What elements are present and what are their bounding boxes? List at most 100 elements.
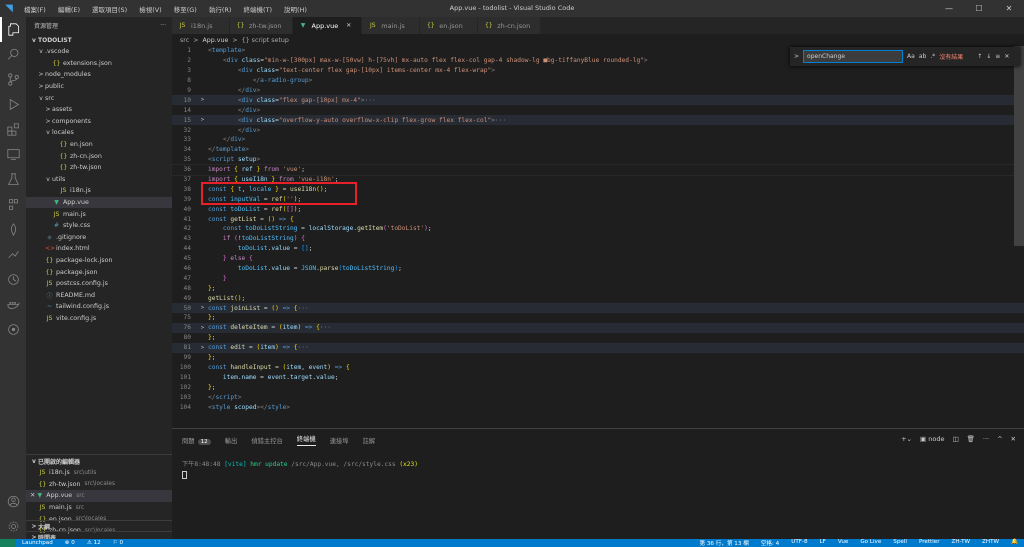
tree-item[interactable]: ◆ .gitignore: [26, 232, 172, 244]
fold-chevron-icon[interactable]: >: [197, 345, 208, 351]
code-line[interactable]: 47 }: [172, 273, 1024, 283]
remote-explorer-icon[interactable]: [0, 142, 26, 167]
trash-icon[interactable]: 🗑: [967, 435, 975, 443]
code-line[interactable]: 45 } else {: [172, 254, 1024, 264]
tree-item[interactable]: ▼ App.vue: [26, 196, 172, 209]
notifications-icon[interactable]: 🔔: [1011, 539, 1018, 547]
docker-icon[interactable]: [0, 292, 26, 317]
tab-zh-tw-json[interactable]: {} zh-tw.json: [230, 17, 293, 34]
find-in-selection-icon[interactable]: ≡: [995, 53, 1000, 60]
terminal-output[interactable]: 下午8:48:48 [vite] hmr update /src/App.vue…: [172, 451, 1024, 489]
code-line[interactable]: 33 </div>: [172, 135, 1024, 145]
open-editor-item[interactable]: JS main.js src: [26, 502, 172, 514]
code-line[interactable]: 8 </a-radio-group>: [172, 76, 1024, 86]
code-line[interactable]: 76 > const deleteItem = (item) => {···: [172, 322, 1024, 333]
tab-en-json[interactable]: {} en.json: [420, 17, 479, 34]
encoding[interactable]: UTF-8: [791, 539, 807, 547]
terminal-shell-label[interactable]: ▣ node: [920, 435, 944, 443]
code-line[interactable]: 75};: [172, 313, 1024, 323]
code-line[interactable]: 32 </div>: [172, 125, 1024, 135]
menu-item[interactable]: 檔案(F): [18, 4, 52, 14]
tab-zh-cn-json[interactable]: {} zh-cn.json: [478, 17, 542, 34]
code-line[interactable]: 9 </div>: [172, 86, 1024, 96]
panel-tab[interactable]: 連接埠: [330, 436, 349, 445]
locale-indicator-2[interactable]: ZHTW: [982, 539, 999, 547]
menu-item[interactable]: 選取項目(S): [86, 4, 133, 14]
live-share-icon[interactable]: [0, 242, 26, 267]
prettier-button[interactable]: Prettier: [919, 539, 940, 547]
code-line[interactable]: 36 import { ref } from 'vue';: [171, 163, 1024, 176]
panel-tab[interactable]: 註解: [363, 436, 376, 445]
tree-item[interactable]: JS postcss.config.js: [26, 278, 172, 290]
menu-item[interactable]: 編輯(E): [52, 4, 86, 14]
testing-icon[interactable]: [0, 167, 26, 192]
breadcrumb-item[interactable]: {} script setup: [242, 37, 289, 44]
remote-indicator[interactable]: [0, 539, 16, 547]
code-line[interactable]: 101 item.name = event.target.value;: [172, 372, 1024, 382]
source-control-icon[interactable]: [0, 67, 26, 92]
code-line[interactable]: 46 toDoList.value = JSON.parse(toDoListS…: [172, 264, 1024, 274]
tab-i18n-js[interactable]: JS i18n.js: [172, 17, 230, 34]
find-input[interactable]: openChange: [803, 50, 904, 63]
tree-item[interactable]: > components: [26, 116, 172, 128]
code-line[interactable]: 42 const toDoListString = localStorage.g…: [172, 224, 1024, 234]
match-case-icon[interactable]: Aa: [907, 53, 915, 60]
extensions-icon[interactable]: [0, 117, 26, 142]
new-terminal-icon[interactable]: +⌄: [901, 435, 912, 443]
panel-tab[interactable]: 問題 12: [182, 436, 211, 445]
panel-tab[interactable]: 偵錯主控台: [251, 436, 282, 445]
mongodb-icon[interactable]: [0, 217, 26, 242]
more-actions-icon[interactable]: ···: [160, 22, 166, 29]
menu-item[interactable]: 移至(G): [168, 4, 203, 14]
editor-scrollbar[interactable]: [1014, 46, 1024, 246]
tree-item[interactable]: {} package.json: [26, 266, 172, 278]
code-line[interactable]: 34 </template>: [172, 145, 1024, 155]
code-line[interactable]: 43 if (!toDoListString) {: [172, 234, 1024, 244]
minimize-icon[interactable]: —: [934, 0, 964, 17]
code-line[interactable]: 15 > <div class="overflow-y-auto overflow…: [172, 115, 1024, 126]
code-line[interactable]: 35 <script setup>: [172, 155, 1024, 165]
tree-item[interactable]: > node_modules: [26, 69, 172, 81]
code-line[interactable]: 100 const handleInput = (item, event) => …: [172, 363, 1024, 373]
tree-item[interactable]: JS i18n.js: [26, 185, 172, 197]
code-line[interactable]: 48};: [172, 283, 1024, 293]
fold-chevron-icon[interactable]: >: [197, 97, 208, 103]
previous-match-icon[interactable]: ↑: [977, 53, 982, 60]
code-line[interactable]: 49 getList();: [172, 293, 1024, 303]
code-line[interactable]: 44 toDoList.value = [];: [172, 244, 1024, 254]
tab-App-vue[interactable]: ▼ App.vue ✕: [292, 17, 363, 34]
code-line[interactable]: 10 > <div class="flex gap-[10px] mx-4">··…: [172, 95, 1024, 106]
explorer-icon[interactable]: [0, 17, 26, 42]
panel-tab[interactable]: 終端機: [296, 434, 316, 446]
tree-item[interactable]: > public: [26, 81, 172, 93]
open-editors-header[interactable]: v 已開啟的編輯器: [26, 455, 172, 467]
code-line[interactable]: 41 const getList = () => {: [172, 214, 1024, 224]
search-icon[interactable]: [0, 42, 26, 67]
code-line[interactable]: 81 > const edit = (item) => {···: [172, 342, 1024, 353]
tree-item[interactable]: {} package-lock.json: [26, 255, 172, 267]
tree-item[interactable]: ~ tailwind.config.js: [26, 301, 172, 313]
open-editor-item[interactable]: {} zh-tw.json src\locales: [26, 479, 172, 491]
next-match-icon[interactable]: ↓: [986, 53, 991, 60]
breadcrumb-item[interactable]: src: [180, 37, 189, 44]
open-editor-item[interactable]: JS i18n.js src\utils: [26, 467, 172, 479]
warnings-count[interactable]: ⚠ 12: [87, 540, 101, 546]
code-editor[interactable]: 1 <template> 2 <div class="min-w-[300px] m…: [171, 46, 1024, 428]
close-find-icon[interactable]: ✕: [1004, 53, 1009, 60]
breadcrumb-item[interactable]: App.vue: [202, 37, 228, 44]
ports-count[interactable]: ⚐ 0: [113, 540, 123, 546]
code-line[interactable]: 14 </div>: [172, 105, 1024, 115]
language-mode[interactable]: Vue: [838, 539, 848, 547]
tree-item[interactable]: v locales: [26, 127, 172, 139]
tree-item[interactable]: > assets: [26, 104, 172, 116]
code-line[interactable]: 103 </script>: [172, 392, 1024, 402]
more-actions-icon[interactable]: ···: [983, 435, 989, 443]
tree-item[interactable]: v src: [26, 92, 172, 104]
minimap[interactable]: [944, 46, 1014, 428]
fold-chevron-icon[interactable]: >: [197, 325, 208, 331]
tree-item[interactable]: {} en.json: [26, 139, 172, 151]
menu-item[interactable]: 檢視(V): [133, 4, 168, 14]
outline-header[interactable]: > 大綱: [26, 520, 172, 531]
code-line[interactable]: 50 > const joinList = () => {···: [172, 303, 1024, 314]
tab-main-js[interactable]: JS main.js: [362, 17, 421, 34]
